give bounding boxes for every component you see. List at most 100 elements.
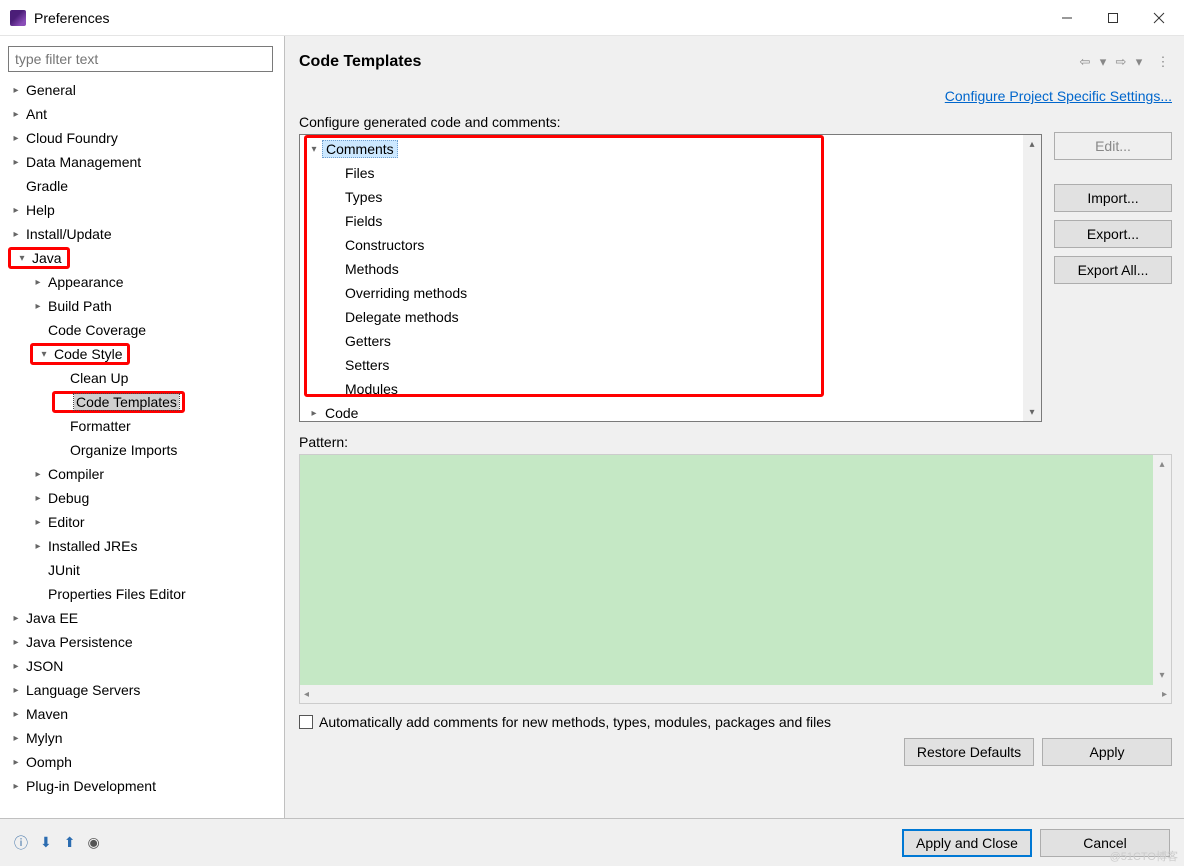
forward-menu-icon[interactable]: ▾: [1130, 54, 1148, 70]
tree-item[interactable]: ▸Java EE: [8, 606, 268, 630]
chevron-down-icon[interactable]: ▾: [306, 141, 322, 157]
chevron-right-icon[interactable]: ▸: [8, 658, 24, 674]
back-icon[interactable]: ⇦: [1076, 54, 1094, 70]
auto-add-comments-checkbox[interactable]: [299, 715, 313, 729]
tree-item[interactable]: ▸Java Persistence: [8, 630, 268, 654]
record-icon[interactable]: ◉: [87, 834, 99, 851]
tree-item[interactable]: ▸JSON: [8, 654, 268, 678]
tree-item[interactable]: Organize Imports: [8, 438, 268, 462]
help-icon[interactable]: ⓘ: [14, 833, 28, 853]
restore-defaults-button[interactable]: Restore Defaults: [904, 738, 1034, 766]
tree-item[interactable]: ▸Installed JREs: [8, 534, 268, 558]
forward-icon[interactable]: ⇨: [1112, 54, 1130, 70]
back-menu-icon[interactable]: ▾: [1094, 54, 1112, 70]
tree-item[interactable]: ▸General: [8, 78, 268, 102]
template-node-comments[interactable]: ▾ Comments: [306, 137, 1021, 161]
chevron-down-icon[interactable]: ▾: [14, 250, 30, 266]
chevron-right-icon[interactable]: ▸: [30, 466, 46, 482]
minimize-button[interactable]: [1044, 1, 1090, 35]
horizontal-scrollbar[interactable]: ◂▸: [300, 685, 1171, 703]
templates-tree[interactable]: ▾ Comments FilesTypesFieldsConstructorsM…: [299, 134, 1042, 422]
tree-item[interactable]: ▸Build Path: [8, 294, 268, 318]
chevron-right-icon[interactable]: ▸: [8, 82, 24, 98]
apply-button[interactable]: Apply: [1042, 738, 1172, 766]
template-node[interactable]: Modules: [342, 377, 1021, 401]
chevron-right-icon[interactable]: ▸: [8, 682, 24, 698]
template-node[interactable]: Files: [342, 161, 1021, 185]
chevron-right-icon[interactable]: ▸: [8, 202, 24, 218]
tree-item[interactable]: ▾Java: [8, 246, 268, 270]
filter-input[interactable]: [8, 46, 273, 72]
vertical-scrollbar[interactable]: ▴▾: [1153, 455, 1171, 685]
maximize-button[interactable]: [1090, 1, 1136, 35]
tree-item[interactable]: Code Coverage: [8, 318, 268, 342]
chevron-right-icon[interactable]: ▸: [8, 706, 24, 722]
tree-item[interactable]: ▸Data Management: [8, 150, 268, 174]
tree-item[interactable]: ▸Cloud Foundry: [8, 126, 268, 150]
export-prefs-icon[interactable]: ⬆: [64, 834, 76, 851]
chevron-right-icon[interactable]: ▸: [30, 538, 46, 554]
menu-icon[interactable]: ⋮: [1154, 54, 1172, 70]
tree-item[interactable]: ▸Help: [8, 198, 268, 222]
tree-item[interactable]: JUnit: [8, 558, 268, 582]
tree-item[interactable]: Properties Files Editor: [8, 582, 268, 606]
template-node[interactable]: Overriding methods: [342, 281, 1021, 305]
template-node[interactable]: Methods: [342, 257, 1021, 281]
chevron-right-icon[interactable]: ▸: [30, 514, 46, 530]
chevron-right-icon[interactable]: ▸: [8, 778, 24, 794]
chevron-right-icon[interactable]: ▸: [8, 754, 24, 770]
chevron-right-icon[interactable]: ▸: [8, 154, 24, 170]
scroll-left-icon[interactable]: ◂: [304, 689, 309, 700]
tree-item[interactable]: ▸Ant: [8, 102, 268, 126]
tree-item[interactable]: Clean Up: [8, 366, 268, 390]
tree-item[interactable]: Code Templates: [8, 390, 268, 414]
chevron-right-icon[interactable]: ▸: [8, 106, 24, 122]
chevron-right-icon[interactable]: ▸: [8, 226, 24, 242]
tree-item[interactable]: Gradle: [8, 174, 268, 198]
tree-item[interactable]: ▸Plug-in Development: [8, 774, 268, 798]
template-node[interactable]: Getters: [342, 329, 1021, 353]
chevron-right-icon[interactable]: ▸: [306, 405, 322, 421]
template-node[interactable]: Types: [342, 185, 1021, 209]
edit-button[interactable]: Edit...: [1054, 132, 1172, 160]
chevron-right-icon[interactable]: ▸: [8, 730, 24, 746]
pattern-textarea[interactable]: ▴▾ ◂▸: [299, 454, 1172, 704]
template-node[interactable]: Delegate methods: [342, 305, 1021, 329]
scroll-up-icon[interactable]: ▴: [1159, 459, 1164, 470]
import-prefs-icon[interactable]: ⬇: [40, 834, 52, 851]
chevron-right-icon[interactable]: ▸: [30, 274, 46, 290]
export-all-button[interactable]: Export All...: [1054, 256, 1172, 284]
scroll-right-icon[interactable]: ▸: [1162, 689, 1167, 700]
tree-item[interactable]: ▾Code Style: [8, 342, 268, 366]
configure-project-settings-link[interactable]: Configure Project Specific Settings...: [945, 88, 1172, 104]
template-node[interactable]: Setters: [342, 353, 1021, 377]
scroll-down-icon[interactable]: ▾: [1023, 403, 1041, 421]
import-button[interactable]: Import...: [1054, 184, 1172, 212]
chevron-right-icon[interactable]: ▸: [8, 634, 24, 650]
tree-item[interactable]: Formatter: [8, 414, 268, 438]
tree-item[interactable]: ▸Oomph: [8, 750, 268, 774]
template-node[interactable]: Fields: [342, 209, 1021, 233]
chevron-down-icon[interactable]: ▾: [36, 346, 52, 362]
tree-item[interactable]: ▸Debug: [8, 486, 268, 510]
tree-item[interactable]: ▸Appearance: [8, 270, 268, 294]
vertical-scrollbar[interactable]: ▴ ▾: [1023, 135, 1041, 421]
chevron-right-icon[interactable]: ▸: [8, 610, 24, 626]
chevron-right-icon[interactable]: ▸: [30, 490, 46, 506]
apply-and-close-button[interactable]: Apply and Close: [902, 829, 1032, 857]
tree-item[interactable]: ▸Language Servers: [8, 678, 268, 702]
tree-item[interactable]: ▸Editor: [8, 510, 268, 534]
export-button[interactable]: Export...: [1054, 220, 1172, 248]
chevron-right-icon[interactable]: ▸: [8, 130, 24, 146]
chevron-right-icon[interactable]: ▸: [30, 298, 46, 314]
tree-item[interactable]: ▸Install/Update: [8, 222, 268, 246]
close-button[interactable]: [1136, 1, 1182, 35]
template-node-code[interactable]: ▸ Code: [306, 401, 1021, 422]
scroll-up-icon[interactable]: ▴: [1023, 135, 1041, 153]
preferences-tree[interactable]: ▸General▸Ant▸Cloud Foundry▸Data Manageme…: [8, 78, 284, 818]
tree-item[interactable]: ▸Maven: [8, 702, 268, 726]
tree-item[interactable]: ▸Compiler: [8, 462, 268, 486]
template-node[interactable]: Constructors: [342, 233, 1021, 257]
scroll-down-icon[interactable]: ▾: [1159, 670, 1164, 681]
tree-item[interactable]: ▸Mylyn: [8, 726, 268, 750]
